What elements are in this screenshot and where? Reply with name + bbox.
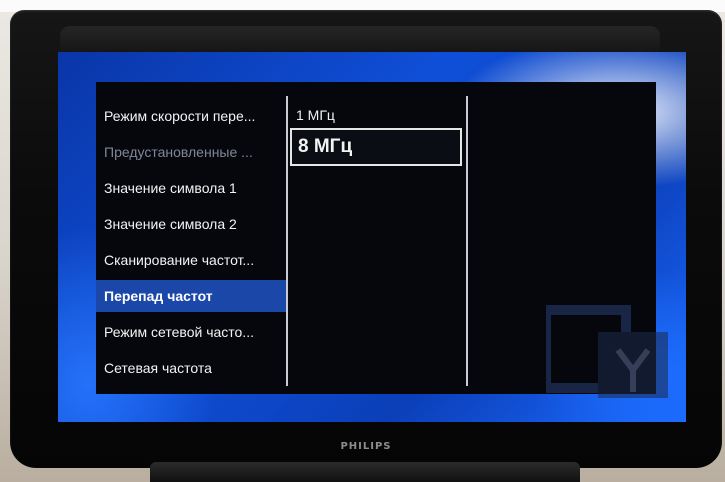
menu-item-frequency-scan[interactable]: Сканирование частот... [96,244,286,276]
option-label: 8 МГц [298,136,353,157]
photo-scene: PHILIPS Режим скорости пере... Предустан… [0,0,725,482]
menu-item-label: Предустановленные ... [104,144,253,160]
menu-item-label: Сканирование частот... [104,252,255,268]
menu-item-label: Сетевая частота [104,360,212,376]
menu-item-symbol-rate-1[interactable]: Значение символа 1 [96,172,286,204]
menu-item-label: Режим сетевой часто... [104,324,254,340]
menu-item-network-frequency-mode[interactable]: Режим сетевой часто... [96,316,286,348]
brand-logo: PHILIPS [340,441,392,452]
option-8mhz[interactable]: 8 МГц [290,128,462,166]
option-list: 1 МГц 8 МГц [286,82,466,394]
menu-item-transmission-rate-mode[interactable]: Режим скорости пере... [96,100,286,132]
menu-item-frequency-step[interactable]: Перепад частот [96,280,286,312]
settings-menu-panel: Режим скорости пере... Предустановленные… [96,82,668,398]
menu-item-label: Значение символа 1 [104,180,237,196]
settings-list: Режим скорости пере... Предустановленные… [96,82,286,394]
menu-item-label: Значение символа 2 [104,216,237,232]
menu-item-label: Перепад частот [104,288,213,304]
menu-item-label: Режим скорости пере... [104,108,256,124]
tv-stand [150,462,580,482]
option-1mhz[interactable]: 1 МГц [290,102,462,128]
column-divider [466,96,468,386]
background-logo-graphic [546,305,668,398]
menu-item-network-frequency[interactable]: Сетевая частота [96,352,286,384]
menu-item-presets: Предустановленные ... [96,136,286,168]
option-label: 1 МГц [296,107,335,123]
menu-item-symbol-rate-2[interactable]: Значение символа 2 [96,208,286,240]
tv-screen: Режим скорости пере... Предустановленные… [58,52,686,422]
